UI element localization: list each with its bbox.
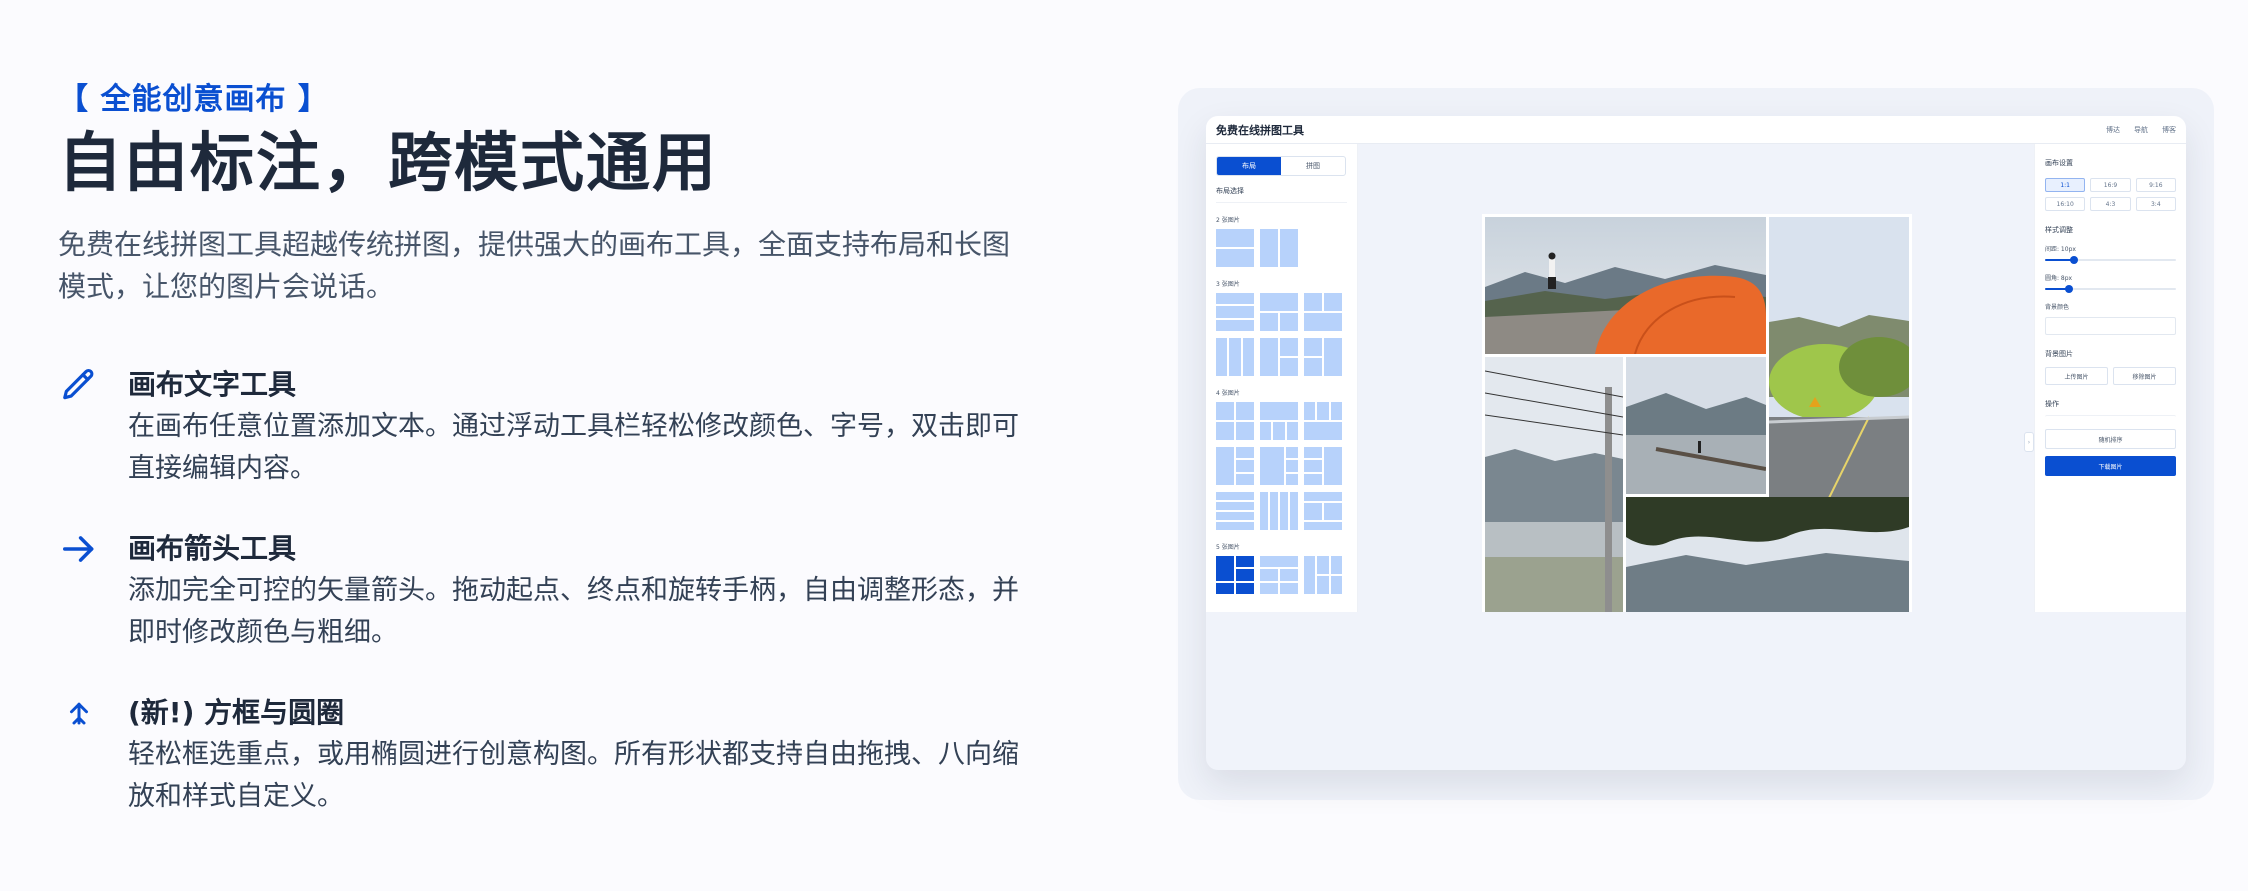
layout-thumb[interactable]	[1304, 492, 1342, 530]
layout-panel: 布局 拼图 布局选择 2 张图片 3 张图片 4 张图片 5 张图片	[1206, 144, 1358, 612]
ratio-option[interactable]: 4:3	[2090, 197, 2131, 211]
layout-grid	[1216, 229, 1347, 267]
radius-slider[interactable]	[2045, 285, 2176, 293]
app-topbar: 免费在线拼图工具 博达 导航 博客	[1206, 116, 2186, 144]
layout-thumb[interactable]	[1304, 293, 1342, 331]
layout-thumb[interactable]	[1216, 293, 1254, 331]
radius-label: 圆角: 8px	[2045, 275, 2073, 282]
tab-collage[interactable]: 拼图	[1281, 157, 1345, 175]
arrow-right-icon	[58, 528, 100, 570]
divider	[2045, 415, 2176, 421]
download-button[interactable]: 下载图片	[2045, 456, 2176, 476]
layout-thumb[interactable]	[1216, 492, 1254, 530]
layout-thumb[interactable]	[1304, 338, 1342, 376]
slider-knob[interactable]	[2069, 256, 2078, 264]
photo-power-pole[interactable]	[1485, 357, 1623, 612]
hero-section: 【 全能创意画布 】 自由标注，跨模式通用 免费在线拼图工具超越传统拼图，提供强…	[58, 80, 1019, 856]
feature-desc: 轻松框选重点，或用椭圆进行创意构图。所有形状都支持自由拖拽、八向缩放和样式自定义…	[128, 739, 1019, 812]
intro-text: 免费在线拼图工具超越传统拼图，提供强大的画布工具，全面支持布局和长图模式，让您的…	[58, 228, 1011, 303]
actions-label: 操作	[2045, 400, 2059, 408]
layout-grid	[1216, 402, 1347, 530]
layout-thumb[interactable]	[1216, 447, 1254, 485]
ratio-option[interactable]: 1:1	[2045, 178, 2086, 192]
layout-thumb[interactable]	[1260, 492, 1298, 530]
headline: 自由标注，跨模式通用	[58, 127, 718, 201]
photo-trees-lake[interactable]	[1626, 497, 1909, 612]
layout-thumb[interactable]	[1304, 447, 1342, 485]
group-label: 5 张图片	[1216, 544, 1240, 551]
spacing-slider[interactable]	[2045, 256, 2176, 264]
feature-arrow-tool: 画布箭头工具 添加完全可控的矢量箭头。拖动起点、终点和旋转手柄，自由调整形态，并…	[58, 528, 1019, 654]
layout-thumb[interactable]	[1216, 402, 1254, 440]
style-label: 样式调整	[2045, 226, 2073, 234]
ratio-option[interactable]: 3:4	[2135, 197, 2176, 211]
bg-color-label: 背景颜色	[2045, 304, 2070, 311]
canvas-area	[1358, 144, 2034, 612]
layout-thumb[interactable]	[1260, 338, 1298, 376]
nav-link[interactable]: 博达	[2106, 125, 2120, 135]
canvas-settings-label: 画布设置	[2045, 159, 2073, 167]
photo-lake-pier[interactable]	[1626, 357, 1766, 494]
settings-panel: 画布设置 1:1 16:9 9:16 16:10 4:3 3:4 样式调整 间距…	[2034, 144, 2186, 612]
layout-thumb[interactable]	[1260, 293, 1298, 331]
mode-tabs: 布局 拼图	[1216, 156, 1346, 176]
feature-text-tool: 画布文字工具 在画布任意位置添加文本。通过浮动工具栏轻松修改颜色、字号，双击即可…	[58, 364, 1019, 490]
app-window: 免费在线拼图工具 博达 导航 博客 布局 拼图 布局选择 2 张图片 3 张图片	[1206, 116, 2186, 770]
group-label: 2 张图片	[1216, 217, 1240, 224]
photo-tent-cliff[interactable]	[1485, 217, 1766, 354]
bg-color-input[interactable]	[2045, 317, 2176, 335]
feature-desc: 添加完全可控的矢量箭头。拖动起点、终点和旋转手柄，自由调整形态，并即时修改颜色与…	[128, 575, 1019, 648]
feature-title: 画布文字工具	[128, 368, 297, 401]
feature-list: 画布文字工具 在画布任意位置添加文本。通过浮动工具栏轻松修改颜色、字号，双击即可…	[58, 364, 1019, 818]
ratio-option[interactable]: 9:16	[2135, 178, 2176, 192]
slider-knob[interactable]	[2064, 285, 2073, 293]
layout-thumb[interactable]	[1304, 402, 1342, 440]
ratio-option[interactable]: 16:10	[2045, 197, 2086, 211]
feature-title: 画布箭头工具	[128, 532, 297, 565]
collapse-right-handle[interactable]: ›	[2024, 432, 2034, 452]
layout-thumb[interactable]	[1260, 229, 1298, 267]
remove-image-button[interactable]: 移除图片	[2113, 367, 2176, 385]
upload-image-button[interactable]: 上传图片	[2045, 367, 2108, 385]
layout-thumb[interactable]	[1260, 447, 1298, 485]
ratio-option[interactable]: 16:9	[2090, 178, 2131, 192]
bg-image-label: 背景图片	[2045, 350, 2073, 358]
tab-layout[interactable]: 布局	[1217, 157, 1281, 175]
app-title: 免费在线拼图工具	[1216, 123, 1304, 137]
layout-thumb[interactable]	[1260, 556, 1298, 594]
nav-link[interactable]: 导航	[2134, 125, 2148, 135]
group-label: 4 张图片	[1216, 390, 1240, 397]
layout-thumb[interactable]	[1216, 338, 1254, 376]
collage-canvas[interactable]	[1482, 214, 1912, 612]
layout-thumb[interactable]	[1304, 556, 1342, 594]
nav-link[interactable]: 博客	[2162, 125, 2176, 135]
app-preview-frame: 免费在线拼图工具 博达 导航 博客 布局 拼图 布局选择 2 张图片 3 张图片	[1178, 88, 2214, 800]
group-label: 3 张图片	[1216, 281, 1240, 288]
shuffle-button[interactable]: 随机排序	[2045, 429, 2176, 449]
layout-thumb-selected[interactable]	[1216, 556, 1254, 594]
pencil-icon	[58, 364, 100, 406]
bg-image-buttons: 上传图片 移除图片	[2045, 367, 2176, 385]
top-nav: 博达 导航 博客	[2106, 125, 2176, 135]
ratio-options: 1:1 16:9 9:16 16:10 4:3 3:4	[2045, 178, 2176, 211]
feature-shape-tool: (新!) 方框与圆圈 轻松框选重点，或用椭圆进行创意构图。所有形状都支持自由拖拽…	[58, 692, 1019, 818]
eyebrow-label: 【 全能创意画布 】	[58, 82, 329, 117]
feature-title: (新!) 方框与圆圈	[128, 696, 345, 729]
layout-thumb[interactable]	[1216, 229, 1254, 267]
layout-grid	[1216, 293, 1347, 376]
spacing-label: 间距: 10px	[2045, 246, 2076, 253]
layout-select-label: 布局选择	[1216, 186, 1347, 203]
layout-grid	[1216, 556, 1347, 594]
layout-thumb[interactable]	[1260, 402, 1298, 440]
feature-desc: 在画布任意位置添加文本。通过浮动工具栏轻松修改颜色、字号，双击即可直接编辑内容。	[128, 411, 1019, 484]
cursor-icon	[58, 692, 100, 734]
photo-road-trees[interactable]	[1769, 217, 1909, 498]
